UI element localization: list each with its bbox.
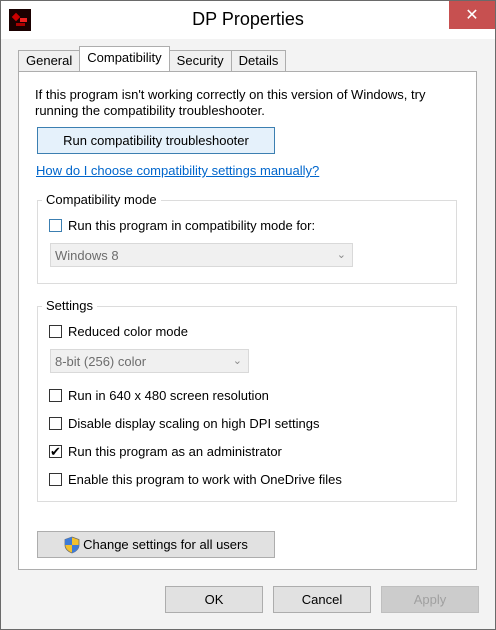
settings-title: Settings bbox=[42, 298, 97, 314]
properties-window: DP Properties ✕ General Compatibility Se… bbox=[0, 0, 496, 630]
onedrive-row[interactable]: Enable this program to work with OneDriv… bbox=[49, 472, 342, 487]
apply-button[interactable]: Apply bbox=[381, 586, 479, 613]
ok-button[interactable]: OK bbox=[165, 586, 263, 613]
run-as-admin-row[interactable]: ✔ Run this program as an administrator bbox=[49, 444, 282, 459]
intro-text-line2: running the compatibility troubleshooter… bbox=[35, 103, 265, 118]
run-as-admin-checkbox[interactable]: ✔ bbox=[49, 445, 62, 458]
run-troubleshooter-button[interactable]: Run compatibility troubleshooter bbox=[37, 127, 275, 154]
tab-strip: General Compatibility Security Details bbox=[18, 46, 287, 71]
resolution-checkbox[interactable] bbox=[49, 389, 62, 402]
checkmark-icon: ✔ bbox=[50, 444, 61, 459]
window-title: DP Properties bbox=[192, 9, 304, 29]
intro-text-line1: If this program isn't working correctly … bbox=[35, 87, 426, 102]
color-depth-select: 8-bit (256) color ⌄ bbox=[50, 349, 249, 373]
dpi-scaling-label: Disable display scaling on high DPI sett… bbox=[68, 416, 320, 431]
resolution-row[interactable]: Run in 640 x 480 screen resolution bbox=[49, 388, 269, 403]
chevron-down-icon: ⌄ bbox=[232, 355, 242, 367]
close-icon: ✕ bbox=[465, 7, 479, 24]
compat-mode-checkbox[interactable] bbox=[49, 219, 62, 232]
compatibility-mode-group: Compatibility mode Run this program in c… bbox=[37, 192, 457, 284]
tab-compatibility[interactable]: Compatibility bbox=[79, 46, 170, 71]
color-depth-value: 8-bit (256) color bbox=[55, 353, 147, 369]
os-select-value: Windows 8 bbox=[55, 247, 119, 263]
tab-security[interactable]: Security bbox=[168, 50, 232, 71]
uac-shield-icon bbox=[64, 536, 80, 554]
change-all-users-label: Change settings for all users bbox=[83, 537, 248, 552]
cancel-button[interactable]: Cancel bbox=[273, 586, 371, 613]
change-all-users-button[interactable]: Change settings for all users bbox=[37, 531, 275, 558]
dpi-scaling-row[interactable]: Disable display scaling on high DPI sett… bbox=[49, 416, 319, 431]
chevron-down-icon: ⌄ bbox=[336, 249, 346, 261]
os-select: Windows 8 ⌄ bbox=[50, 243, 353, 267]
onedrive-checkbox[interactable] bbox=[49, 473, 62, 486]
reduced-color-row[interactable]: Reduced color mode bbox=[49, 324, 188, 339]
run-as-admin-label: Run this program as an administrator bbox=[68, 444, 282, 459]
resolution-label: Run in 640 x 480 screen resolution bbox=[68, 388, 269, 403]
reduced-color-label: Reduced color mode bbox=[68, 324, 188, 339]
settings-group: Settings Reduced color mode 8-bit (256) … bbox=[37, 298, 457, 502]
close-button[interactable]: ✕ bbox=[449, 1, 495, 29]
tab-details[interactable]: Details bbox=[230, 50, 287, 71]
manual-settings-link[interactable]: How do I choose compatibility settings m… bbox=[36, 163, 319, 178]
compat-mode-label: Run this program in compatibility mode f… bbox=[68, 218, 316, 233]
compat-mode-row[interactable]: Run this program in compatibility mode f… bbox=[49, 218, 315, 233]
dpi-scaling-checkbox[interactable] bbox=[49, 417, 62, 430]
title-bar[interactable]: DP Properties ✕ bbox=[1, 1, 495, 39]
onedrive-label: Enable this program to work with OneDriv… bbox=[68, 472, 342, 487]
compatibility-panel: If this program isn't working correctly … bbox=[18, 71, 477, 570]
tab-general[interactable]: General bbox=[18, 50, 81, 71]
reduced-color-checkbox[interactable] bbox=[49, 325, 62, 338]
compatibility-mode-title: Compatibility mode bbox=[42, 192, 161, 208]
